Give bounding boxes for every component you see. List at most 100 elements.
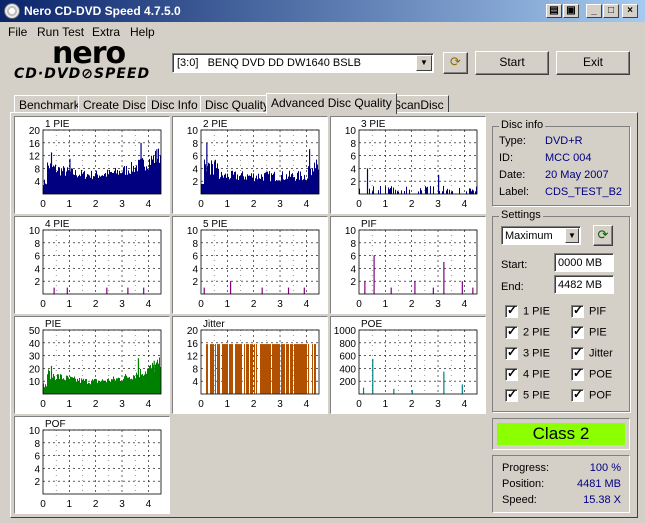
- checkbox-box[interactable]: [571, 387, 584, 402]
- chart-bar: [56, 172, 57, 194]
- speed-select[interactable]: Maximum ▼: [501, 226, 581, 245]
- refresh-speed-button[interactable]: ⟳: [593, 225, 613, 246]
- chart-bar: [265, 172, 266, 194]
- chart-bar: [269, 171, 270, 194]
- checkbox-r-pif[interactable]: PIF: [571, 303, 606, 318]
- disc-info-legend: Disc info: [499, 119, 546, 131]
- checkbox-l-4-pie[interactable]: 4 PIE: [505, 366, 550, 381]
- checkbox-r-pof[interactable]: POF: [571, 387, 612, 402]
- checkbox-box[interactable]: [505, 366, 518, 381]
- chart-bar: [276, 179, 277, 194]
- chart-bar: [53, 165, 54, 194]
- chart-bar: [404, 190, 405, 194]
- tab-disc-quality[interactable]: Disc Quality: [200, 95, 275, 113]
- y-tick-label: 2: [350, 277, 356, 288]
- chart-bar: [49, 370, 50, 394]
- menu-help[interactable]: Help: [130, 25, 155, 39]
- checkbox-l-3-pie[interactable]: 3 PIE: [505, 345, 550, 360]
- checkbox-l-5-pie[interactable]: 5 PIE: [505, 387, 550, 402]
- chart-bar: [277, 180, 278, 194]
- chart-bar: [296, 178, 297, 194]
- drive-select[interactable]: [3:0] BENQ DVD DD DW1640 BSLB ▼: [172, 53, 434, 73]
- checkbox-box[interactable]: [505, 387, 518, 402]
- chart-bar: [277, 344, 278, 394]
- y-tick-label: 600: [339, 352, 356, 363]
- chart-bar: [86, 378, 87, 394]
- checkbox-box[interactable]: [571, 324, 584, 339]
- x-tick-label: 4: [304, 199, 310, 210]
- refresh-drives-button[interactable]: ⟳: [443, 52, 468, 74]
- chart-bar: [129, 377, 130, 394]
- plot-frame: [42, 429, 162, 495]
- x-tick-label: 2: [409, 299, 415, 310]
- checkbox-l-1-pie[interactable]: 1 PIE: [505, 303, 550, 318]
- tab-disc-info[interactable]: Disc Info: [146, 95, 203, 113]
- chart-poe: POE 200 400 600 800 1000 0 1 2 3 4: [330, 316, 486, 414]
- checkbox-box[interactable]: [571, 303, 584, 318]
- chart-bar: [270, 344, 271, 394]
- restore-extra-icon[interactable]: ▤: [546, 4, 562, 18]
- chart-bar: [315, 344, 316, 394]
- nero-logo: nero CD·DVD⊘SPEED: [14, 36, 160, 84]
- chart-bar: [87, 384, 88, 394]
- checkbox-box[interactable]: [505, 345, 518, 360]
- chart-bar: [74, 174, 75, 194]
- x-tick-label: 3: [119, 399, 125, 410]
- y-tick-label: 4: [34, 264, 40, 275]
- y-tick-label: 2: [34, 277, 40, 288]
- chart-svg: PIF2468100 1 2 3 4: [345, 219, 478, 310]
- chevron-down-icon[interactable]: ▼: [565, 228, 579, 243]
- chart-bar: [111, 171, 112, 194]
- chart-bar: [104, 173, 105, 194]
- start-button[interactable]: Start: [475, 51, 549, 75]
- chart-bar: [317, 164, 318, 194]
- chart-bar: [473, 190, 474, 194]
- x-tick-label: 4: [462, 199, 468, 210]
- chart-bar: [255, 178, 256, 194]
- speed-select-value: Maximum: [505, 230, 553, 242]
- checkbox-l-2-pie[interactable]: 2 PIE: [505, 324, 550, 339]
- checkbox-box[interactable]: [571, 345, 584, 360]
- refresh-icon: ⟳: [450, 54, 461, 69]
- chart-bar: [125, 174, 126, 194]
- chart-bar: [215, 344, 216, 394]
- checkbox-box[interactable]: [505, 303, 518, 318]
- chart-bar: [235, 344, 236, 394]
- checkbox-box[interactable]: [571, 366, 584, 381]
- tab-scandisc[interactable]: ScanDisc: [388, 95, 449, 113]
- tab-create-disc[interactable]: Create Disc: [78, 95, 151, 113]
- plot-frame: [200, 229, 320, 295]
- chart-bar: [100, 381, 101, 394]
- chart-bar: [142, 374, 143, 394]
- chart-bar: [471, 191, 472, 194]
- checkbox-r-poe[interactable]: POE: [571, 366, 612, 381]
- tab-benchmark[interactable]: Benchmark: [14, 95, 85, 113]
- checkbox-label: POF: [589, 389, 612, 402]
- maximize-button[interactable]: □: [603, 4, 619, 18]
- chevron-down-icon[interactable]: ▼: [416, 55, 432, 71]
- chart-bar: [290, 344, 291, 394]
- y-tick-label: 6: [34, 252, 40, 263]
- close-button[interactable]: ×: [622, 4, 638, 18]
- checkbox-box[interactable]: [505, 324, 518, 339]
- y-tick-label: 4: [350, 264, 356, 275]
- end-field[interactable]: 4482 MB: [554, 275, 614, 294]
- tab-advanced-disc-quality[interactable]: Advanced Disc Quality: [266, 93, 397, 114]
- chart-bar: [148, 169, 149, 194]
- start-field[interactable]: 0000 MB: [554, 253, 614, 272]
- chart-bar: [306, 180, 307, 194]
- chart-1-pie: 1 PIE 4 8 12 16 20 0 1 2 3 4: [14, 116, 170, 214]
- chart-bar: [250, 176, 251, 194]
- chart-bar: [256, 175, 257, 194]
- chart-bar: [312, 168, 313, 194]
- y-tick-label: 4: [192, 377, 198, 388]
- chart-bar: [427, 186, 428, 194]
- minimize-button[interactable]: _: [586, 4, 602, 18]
- menu-file[interactable]: File: [8, 25, 27, 39]
- pin-icon[interactable]: ▣: [563, 4, 579, 18]
- exit-button[interactable]: Exit: [556, 51, 630, 75]
- checkbox-r-pie[interactable]: PIE: [571, 324, 607, 339]
- checkbox-r-jitter[interactable]: Jitter: [571, 345, 613, 360]
- settings-group: Settings Maximum ▼ ⟳ Start: 0000 MB End:…: [492, 209, 630, 412]
- chart-bar: [401, 190, 402, 194]
